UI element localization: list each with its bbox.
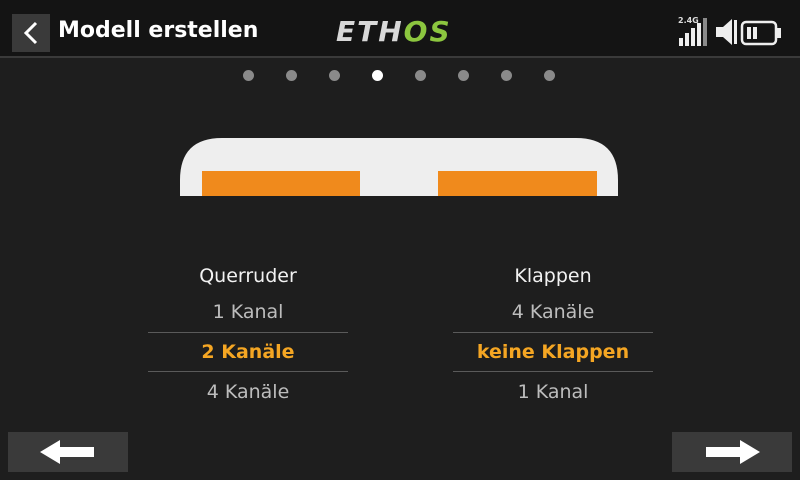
previous-page-button[interactable] xyxy=(8,432,128,472)
aileron-option[interactable]: 4 Kanäle xyxy=(148,372,348,412)
arrow-right-icon xyxy=(706,440,760,464)
aileron-surface xyxy=(202,171,360,196)
aileron-option[interactable]: 1 Kanal xyxy=(148,292,348,332)
flap-heading: Klappen xyxy=(514,265,592,287)
flap-option[interactable]: 4 Kanäle xyxy=(453,292,653,332)
aileron-surface xyxy=(438,171,597,196)
flap-option[interactable]: 1 Kanal xyxy=(453,372,653,412)
arrow-left-icon xyxy=(40,440,94,464)
wing-illustration xyxy=(180,138,618,196)
aileron-selector: Querruder 1 Kanal 2 Kanäle 4 Kanäle xyxy=(148,260,348,412)
next-page-button[interactable] xyxy=(672,432,792,472)
flap-option-selected[interactable]: keine Klappen xyxy=(453,332,653,372)
aileron-option-selected[interactable]: 2 Kanäle xyxy=(148,332,348,372)
aileron-heading: Querruder xyxy=(199,265,297,287)
flap-selector: Klappen 4 Kanäle keine Klappen 1 Kanal xyxy=(453,260,653,412)
